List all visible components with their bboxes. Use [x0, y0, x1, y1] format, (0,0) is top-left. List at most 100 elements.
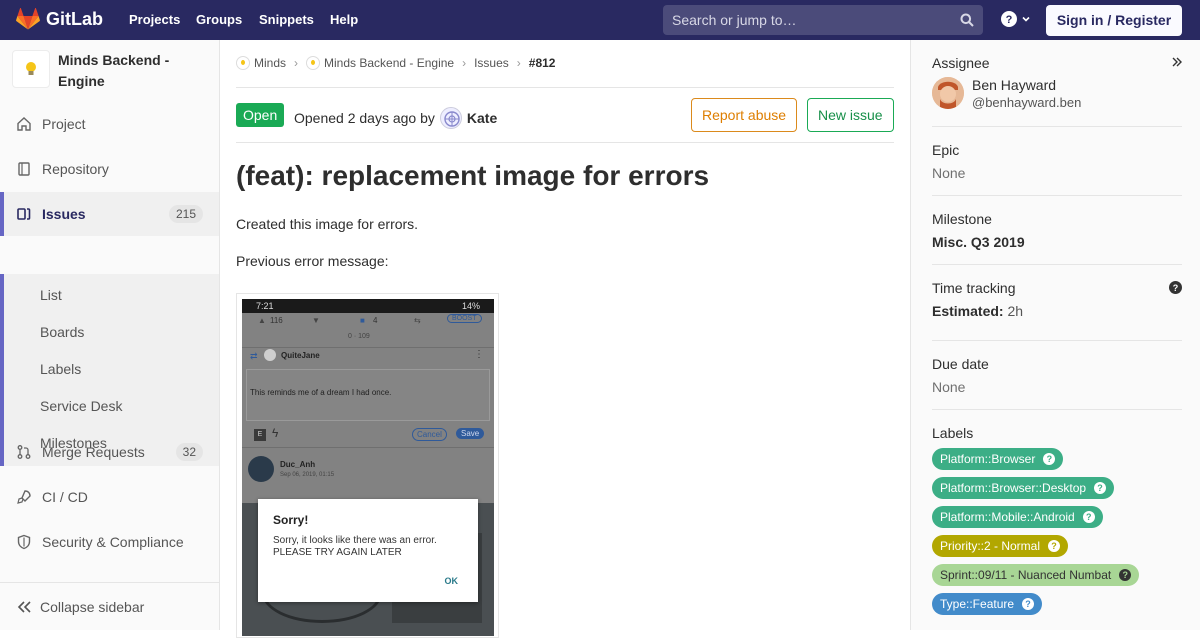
- submenu-item-boards[interactable]: Boards: [40, 324, 84, 340]
- divider: [932, 264, 1182, 265]
- labels-section: Labels: [932, 425, 1182, 441]
- due-date-section: Due date None: [932, 356, 1182, 395]
- remind-icon: ⇆: [414, 316, 421, 325]
- description-paragraph: Previous error message:: [236, 253, 389, 269]
- sidebar-item-repository[interactable]: Repository: [0, 147, 219, 191]
- nav-projects[interactable]: Projects: [129, 12, 180, 27]
- shield-icon: [17, 534, 31, 550]
- sidebar-item-ci-cd[interactable]: CI / CD: [0, 475, 219, 519]
- merge-requests-count-badge: 32: [175, 443, 203, 461]
- divider: [932, 126, 1182, 127]
- question-icon[interactable]: ?: [1169, 281, 1182, 294]
- comment-user: QuiteJane: [281, 351, 320, 360]
- time-tracking-section: Time tracking Estimated: 2h: [932, 280, 1182, 319]
- reply-icon: ⇄: [250, 351, 258, 361]
- label-priority-normal[interactable]: Priority::2 - Normal?: [932, 535, 1069, 557]
- label-platform-mobile-android[interactable]: Platform::Mobile::Android?: [932, 506, 1103, 528]
- sidebar-item-label: CI / CD: [42, 489, 88, 505]
- breadcrumb-label: Minds Backend - Engine: [324, 56, 455, 70]
- divider: [932, 195, 1182, 196]
- breadcrumb-item-issues[interactable]: Issues: [474, 56, 509, 70]
- attached-screenshot[interactable]: 7:21 14% ▲ 116 ▼ ■ 4 ⇆ BOOST 0 · 109 ⇄ Q…: [236, 293, 499, 638]
- identicon-icon: [444, 111, 460, 127]
- author-avatar[interactable]: [439, 107, 462, 129]
- nav-snippets[interactable]: Snippets: [259, 12, 314, 27]
- collapse-sidebar-label: Collapse sidebar: [40, 598, 145, 615]
- help-dropdown[interactable]: ?: [1001, 11, 1031, 27]
- project-avatar: [12, 50, 50, 88]
- question-icon: ?: [1048, 540, 1061, 552]
- author-name[interactable]: Kate: [467, 110, 497, 126]
- phone-status-bar: 7:21 14%: [242, 299, 494, 313]
- sidebar-item-project[interactable]: Project: [0, 102, 219, 146]
- breadcrumb-item-minds[interactable]: Minds: [236, 56, 286, 70]
- lightbulb-icon: [306, 56, 321, 70]
- nav-help[interactable]: Help: [330, 12, 358, 27]
- assignee-avatar[interactable]: [932, 77, 964, 109]
- book-icon: [18, 162, 30, 176]
- comment-box: This reminds me of a dream I had once.: [246, 369, 490, 421]
- label-text: Platform::Mobile::Android: [940, 510, 1075, 524]
- epic-section: Epic None: [932, 142, 1182, 181]
- svg-text:?: ?: [1173, 283, 1179, 293]
- dialog-text: Sorry, it looks like there was an error.: [273, 535, 437, 546]
- nav-groups[interactable]: Groups: [196, 12, 242, 27]
- divider: [236, 87, 894, 88]
- chevron-right-icon: ›: [516, 56, 521, 70]
- gitlab-logo[interactable]: GitLab: [16, 8, 103, 30]
- sidebar-item-merge-requests[interactable]: Merge Requests 32: [0, 430, 219, 474]
- report-abuse-button[interactable]: Report abuse: [691, 98, 798, 132]
- question-icon: ?: [1082, 511, 1095, 523]
- search-input[interactable]: [663, 5, 953, 35]
- chevron-down-icon: [1022, 16, 1030, 22]
- label-platform-browser[interactable]: Platform::Browser?: [932, 448, 1064, 470]
- submenu-item-service-desk[interactable]: Service Desk: [40, 398, 122, 414]
- sidebar-item-label: Security & Compliance: [42, 534, 184, 550]
- double-chevron-left-icon: [17, 600, 31, 613]
- due-date-title: Due date: [932, 356, 989, 372]
- assignee-name[interactable]: Ben Hayward: [972, 77, 1056, 93]
- search-icon: [960, 13, 974, 27]
- sidebar-item-label: Issues: [42, 206, 86, 222]
- issues-count-badge: 215: [168, 205, 203, 223]
- label-type-feature[interactable]: Type::Feature?: [932, 593, 1043, 615]
- collapse-sidebar-button[interactable]: Collapse sidebar: [0, 582, 219, 630]
- sidebar-item-issues[interactable]: Issues 215: [0, 192, 219, 236]
- assignee-handle: @benhayward.ben: [972, 95, 1082, 110]
- post-date: Sep 06, 2019, 01:15: [280, 472, 335, 478]
- breadcrumb-item-current[interactable]: #812: [529, 56, 556, 70]
- milestone-value[interactable]: Misc. Q3 2019: [932, 234, 1182, 250]
- submenu-item-labels[interactable]: Labels: [40, 361, 81, 377]
- description-paragraph: Created this image for errors.: [236, 216, 419, 232]
- new-issue-button[interactable]: New issue: [807, 98, 894, 132]
- comments-count: 4: [373, 316, 378, 325]
- epic-title: Epic: [932, 142, 960, 158]
- breadcrumb-item-project[interactable]: Minds Backend - Engine: [306, 56, 454, 70]
- sidebar-item-label: Repository: [42, 161, 109, 177]
- search-box: [663, 5, 983, 35]
- issue-title: (feat): replacement image for errors: [236, 160, 710, 191]
- rocket-icon: [17, 490, 31, 504]
- likes-count: 116: [270, 316, 283, 325]
- phone-time: 7:21: [256, 301, 274, 311]
- question-icon: ?: [1094, 482, 1107, 494]
- question-icon: ?: [1001, 11, 1017, 27]
- project-header[interactable]: Minds Backend - Engine: [12, 50, 198, 92]
- submenu-item-list[interactable]: List: [40, 287, 62, 303]
- post-user: Duc_Anh: [280, 460, 316, 469]
- cancel-button: Cancel: [412, 428, 447, 441]
- label-text: Platform::Browser::Desktop: [940, 481, 1087, 495]
- breadcrumb: Minds › Minds Backend - Engine › Issues …: [236, 56, 555, 70]
- label-sprint[interactable]: Sprint::09/11 - Nuanced Numbat?: [932, 564, 1140, 586]
- home-icon: [17, 117, 31, 131]
- views-count: 0 · 109: [348, 333, 370, 340]
- svg-text:?: ?: [1006, 14, 1013, 26]
- phone-screenshot: 7:21 14% ▲ 116 ▼ ■ 4 ⇆ BOOST 0 · 109 ⇄ Q…: [242, 299, 494, 636]
- expand-sidebar-icon[interactable]: [1172, 57, 1182, 67]
- label-platform-browser-desktop[interactable]: Platform::Browser::Desktop?: [932, 477, 1115, 499]
- sign-in-button[interactable]: Sign in / Register: [1046, 5, 1182, 36]
- sidebar-item-security[interactable]: Security & Compliance: [0, 520, 219, 564]
- opened-text: Opened 2 days ago by: [294, 110, 435, 126]
- left-sidebar: Minds Backend - Engine Project Repositor…: [0, 40, 220, 630]
- sidebar-item-label: Project: [42, 116, 86, 132]
